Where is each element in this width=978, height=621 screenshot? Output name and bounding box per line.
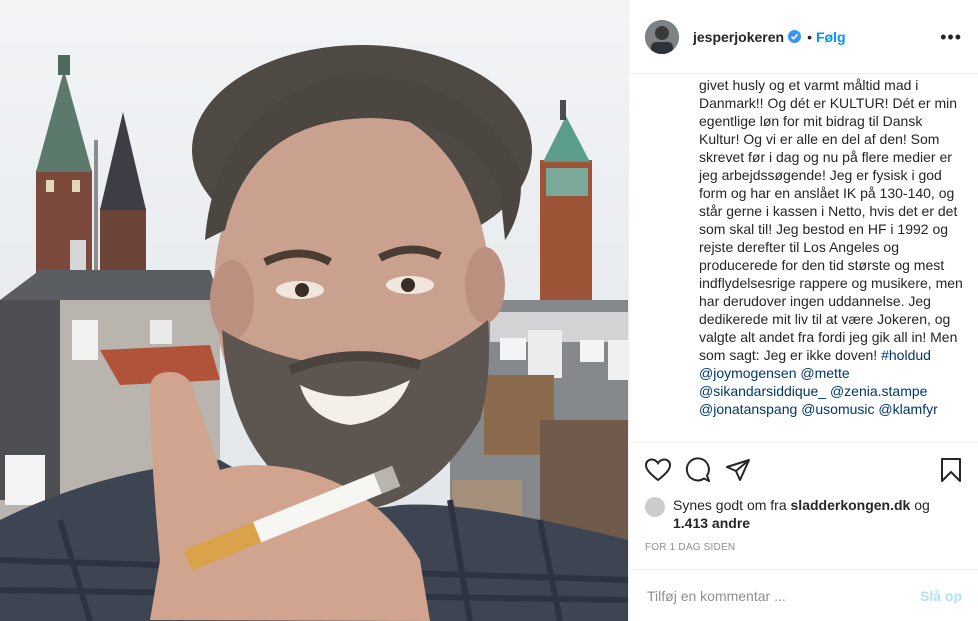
mention-link[interactable]: @sikandarsiddique_ xyxy=(699,383,826,399)
likes-joiner: og xyxy=(914,497,930,513)
post-sidebar: jesperjokeren • Følg ••• givet husly og … xyxy=(628,0,978,621)
verified-badge-icon xyxy=(788,30,802,43)
save-button[interactable] xyxy=(940,457,962,483)
likes-count-link[interactable]: 1.413 andre xyxy=(673,515,750,531)
post-header: jesperjokeren • Følg ••• xyxy=(629,0,978,74)
more-options-icon[interactable]: ••• xyxy=(940,28,962,46)
mention-link[interactable]: @klamfyr xyxy=(878,401,937,417)
comment-button[interactable] xyxy=(685,456,711,483)
username-link[interactable]: jesperjokeren xyxy=(693,29,784,45)
header-separator: • xyxy=(807,28,812,45)
selfie-photo-illustration xyxy=(0,0,628,621)
follow-button[interactable]: Følg xyxy=(816,29,846,45)
post-timestamp[interactable]: FOR 1 DAG SIDEN xyxy=(629,532,978,560)
caption-area[interactable]: givet husly og et varmt måltid mad i Dan… xyxy=(629,74,978,442)
likes-text: Synes godt om fra sladderkongen.dk og 1.… xyxy=(673,496,962,532)
mention-link[interactable]: @zenia.stampe xyxy=(830,383,927,399)
mention-link[interactable]: @usomusic xyxy=(801,401,874,417)
instagram-post: jesperjokeren • Følg ••• givet husly og … xyxy=(0,0,978,621)
comment-icon xyxy=(685,456,710,482)
likes-summary: Synes godt om fra sladderkongen.dk og 1.… xyxy=(629,496,978,532)
action-bar xyxy=(629,442,978,496)
heart-icon xyxy=(645,457,671,481)
post-photo[interactable] xyxy=(0,0,628,621)
avatar-image xyxy=(645,19,679,54)
mention-link[interactable]: @jonatanspang xyxy=(699,401,797,417)
liker-username-link[interactable]: sladderkongen.dk xyxy=(791,497,911,513)
bookmark-icon xyxy=(941,457,961,482)
share-icon xyxy=(726,458,750,481)
mention-link[interactable]: @mette xyxy=(800,365,849,381)
comment-box: Slå op xyxy=(629,569,978,621)
hashtag-link[interactable]: #holdud xyxy=(881,347,931,363)
share-button[interactable] xyxy=(725,458,751,482)
caption: givet husly og et varmt måltid mad i Dan… xyxy=(699,74,964,418)
like-button[interactable] xyxy=(645,457,671,482)
comment-input[interactable] xyxy=(645,586,920,605)
liker-avatar[interactable] xyxy=(645,497,665,517)
post-comment-button[interactable]: Slå op xyxy=(920,588,962,604)
likes-prefix: Synes godt om fra xyxy=(673,497,787,513)
mention-link[interactable]: @joymogensen xyxy=(699,365,797,381)
caption-text: givet husly og et varmt måltid mad i Dan… xyxy=(699,77,963,363)
avatar[interactable] xyxy=(645,19,679,54)
